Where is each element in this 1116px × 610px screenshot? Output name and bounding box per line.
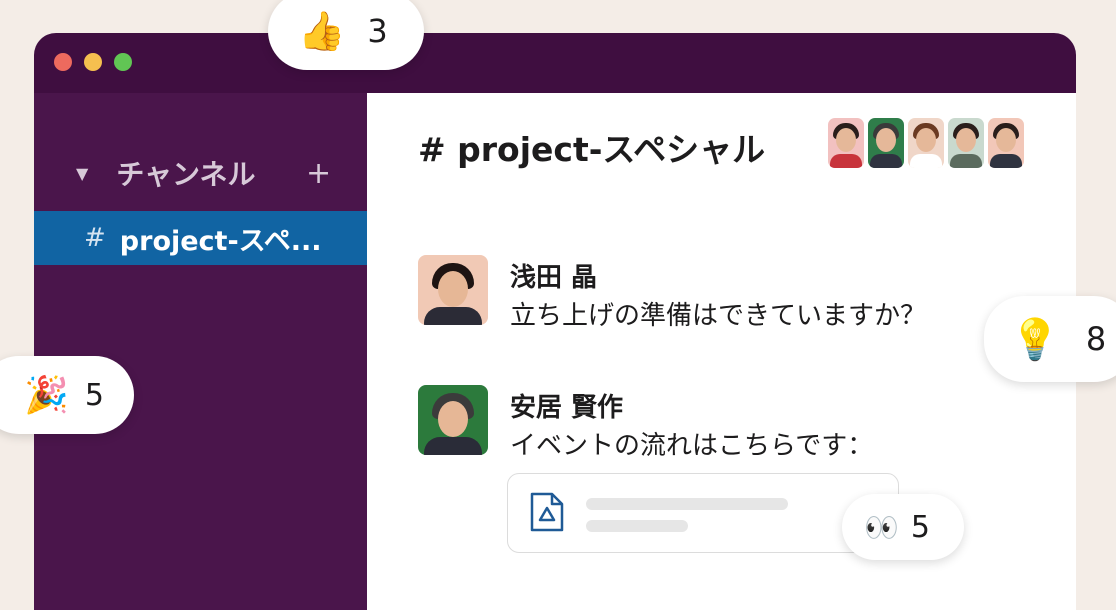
sidebar-item-label: project-スペ... — [119, 225, 322, 257]
avatar[interactable] — [418, 255, 488, 325]
reaction-thumbs-up[interactable]: 👍 3 — [268, 0, 424, 70]
stage: ▼ チャンネル + # project-スペ... # project-スペシャ… — [0, 0, 1116, 610]
member-avatar — [828, 118, 864, 168]
message-text: イベントの流れはこちらです： — [510, 431, 874, 461]
reaction-eyes[interactable]: 👀 5 — [842, 494, 964, 560]
add-channel-button[interactable]: + — [306, 153, 331, 193]
member-avatar — [948, 118, 984, 168]
reaction-count: 3 — [367, 12, 388, 50]
channels-section-toggle[interactable]: ▼ チャンネル — [76, 153, 255, 193]
hash-icon: # — [84, 223, 106, 253]
member-avatar — [908, 118, 944, 168]
google-drive-file-icon — [528, 492, 564, 536]
channel-members-button[interactable] — [828, 118, 1028, 168]
avatar[interactable] — [418, 385, 488, 455]
party-popper-icon: 🎉 — [24, 375, 69, 416]
minimize-window-button[interactable] — [84, 53, 102, 71]
file-attachment[interactable] — [507, 473, 899, 553]
eyes-icon: 👀 — [864, 510, 899, 544]
file-meta-placeholder — [586, 520, 688, 532]
message-author[interactable]: 浅田 晶 — [510, 257, 597, 294]
reaction-count: 8 — [1085, 320, 1107, 358]
channel-view: # project-スペシャル 浅田 晶 立ち上げの準備はできていますか？ 安居… — [367, 93, 1076, 610]
message-text: 立ち上げの準備はできていますか？ — [510, 301, 927, 331]
channels-section-label: チャンネル — [116, 158, 256, 191]
caret-down-icon: ▼ — [76, 163, 89, 183]
lightbulb-icon: 💡 — [1010, 316, 1060, 363]
title-bar — [34, 33, 1076, 93]
member-avatar — [988, 118, 1024, 168]
thumbs-up-icon: 👍 — [298, 8, 346, 53]
sidebar: ▼ チャンネル + # project-スペ... — [34, 93, 367, 610]
close-window-button[interactable] — [54, 53, 72, 71]
member-avatar — [868, 118, 904, 168]
channel-title: # project-スペシャル — [418, 130, 766, 169]
reaction-lightbulb[interactable]: 💡 8 — [984, 296, 1116, 382]
reaction-count: 5 — [910, 509, 930, 545]
file-name-placeholder — [586, 498, 788, 510]
sidebar-item-project-special[interactable]: # project-スペ... — [34, 211, 367, 265]
maximize-window-button[interactable] — [114, 53, 132, 71]
reaction-count: 5 — [84, 377, 104, 413]
message-author[interactable]: 安居 賢作 — [510, 387, 623, 424]
reaction-party[interactable]: 🎉 5 — [0, 356, 134, 434]
